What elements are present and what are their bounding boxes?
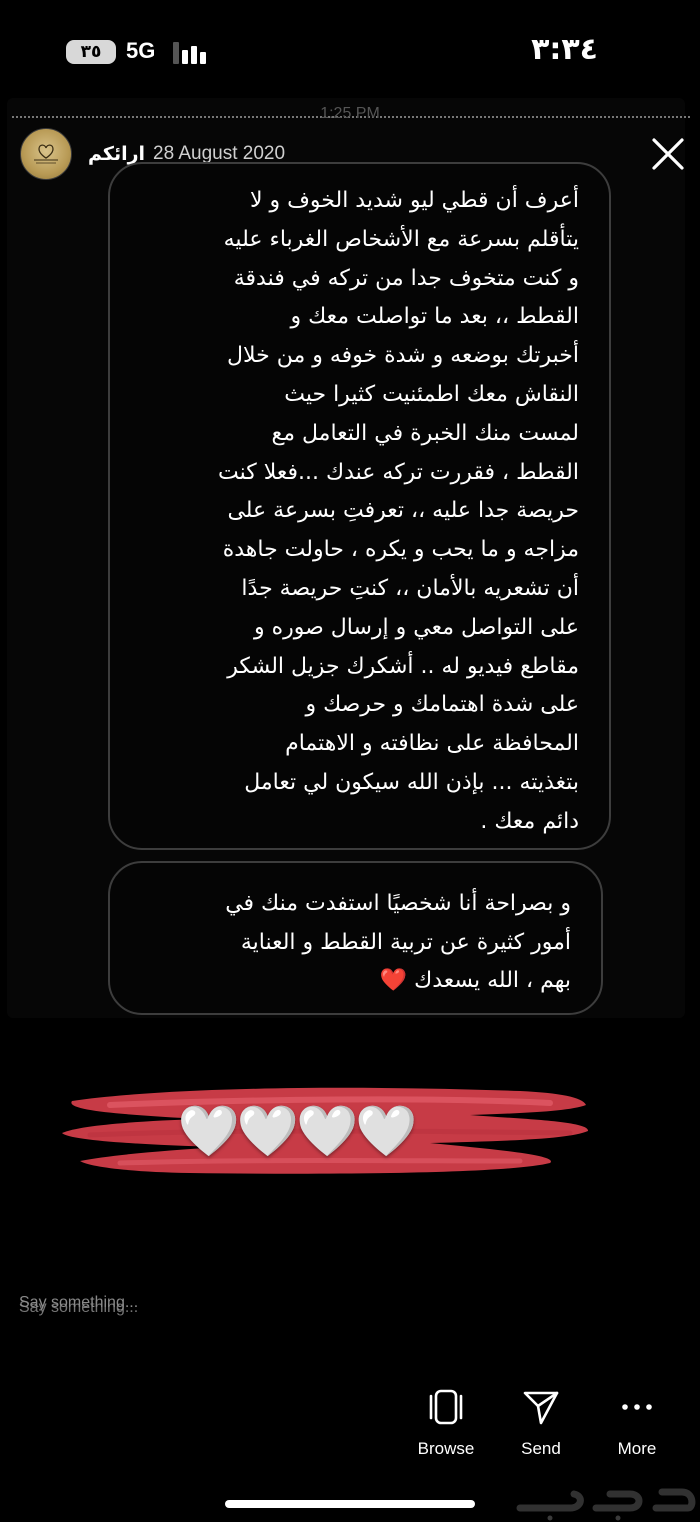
more-button[interactable]: More: [592, 1385, 682, 1465]
message-line: بهم ، الله يسعدك ❤️: [130, 962, 571, 1001]
message-line: القطط ،، بعد ما تواصلت معك و: [290, 304, 579, 330]
message-line: النقاش معك اطمئنيت كثيرا حيث: [284, 381, 579, 407]
browse-label: Browse: [417, 1439, 475, 1458]
message-line: أمور كثيرة عن تربية القطط و العناية: [240, 929, 571, 955]
message-bubble: و بصراحة أنا شخصيًا استفدت منك في أمور ك…: [108, 861, 603, 1015]
browse-button[interactable]: Browse: [401, 1385, 491, 1465]
home-indicator[interactable]: [225, 1500, 475, 1508]
message-line: مزاجه و ما يحب و يكره ، حاولت جاهدة: [222, 537, 579, 563]
send-label: Send: [521, 1439, 561, 1458]
signal-strength-icon: [173, 42, 207, 64]
white-hearts-sticker: 🤍🤍🤍🤍: [177, 1102, 417, 1160]
reply-placeholder: Say something...: [19, 1294, 139, 1311]
message-line: أن تشعريه بالأمان ،، كنتِ حريصة جدًا: [241, 575, 579, 601]
more-label: More: [617, 1439, 657, 1458]
message-line: مقاطع فيديو له .. أشكرك جزيل الشكر: [227, 653, 579, 679]
close-icon: [652, 138, 684, 170]
network-type: 5G: [126, 38, 156, 63]
message-line: لمست منك الخبرة في التعامل مع: [271, 420, 579, 446]
battery-indicator: ٣٥: [66, 40, 116, 64]
message-line: القطط ، فقررت تركه عندك ...فعلا كنت: [218, 459, 579, 485]
message-line: أعرف أن قطي ليو شديد الخوف و لا: [249, 188, 579, 213]
close-button[interactable]: [648, 134, 688, 174]
logo-icon: [34, 144, 58, 164]
story-timestamp: 1:25 PM: [320, 105, 380, 122]
message-bubble: أعرف أن قطي ليو شديد الخوف و لا يتأقلم ب…: [108, 162, 611, 850]
message-line: حريصة جدا عليه ،، تعرفتِ بسرعة على: [227, 498, 579, 524]
avatar[interactable]: [20, 128, 72, 180]
message-line: على التواصل معي و إرسال صوره و: [253, 614, 579, 640]
more-icon: [622, 1404, 652, 1410]
status-bar: ٣٥ 5G ٣:٣٤: [0, 0, 700, 100]
browse-icon: [429, 1389, 463, 1425]
send-icon: [523, 1391, 559, 1425]
message-line: و بصراحة أنا شخصيًا استفدت منك في: [225, 891, 571, 916]
message-line: و كنت متخوف جدا من تركه في فندقة: [233, 265, 579, 291]
message-line: دائم معك .: [480, 808, 579, 834]
message-line: على شدة اهتمامك و حرصك و: [305, 692, 579, 718]
status-time: ٣:٣٤: [531, 32, 598, 67]
message-line: يتأقلم بسرعة مع الأشخاص الغرباء عليه: [223, 226, 579, 252]
message-line: المحافظة على نظافته و الاهتمام: [285, 731, 579, 757]
message-line: بتغذيته ... بإذن الله سيكون لي تعامل: [244, 769, 579, 795]
message-line: أخبرتك بوضعه و شدة خوفه و من خلال: [227, 343, 579, 369]
red-heart-emoji: ❤️: [379, 968, 408, 993]
send-button[interactable]: Send: [496, 1385, 586, 1465]
haraj-watermark-logo: [516, 1488, 696, 1521]
message-line-text: بهم ، الله يسعدك: [414, 968, 571, 993]
